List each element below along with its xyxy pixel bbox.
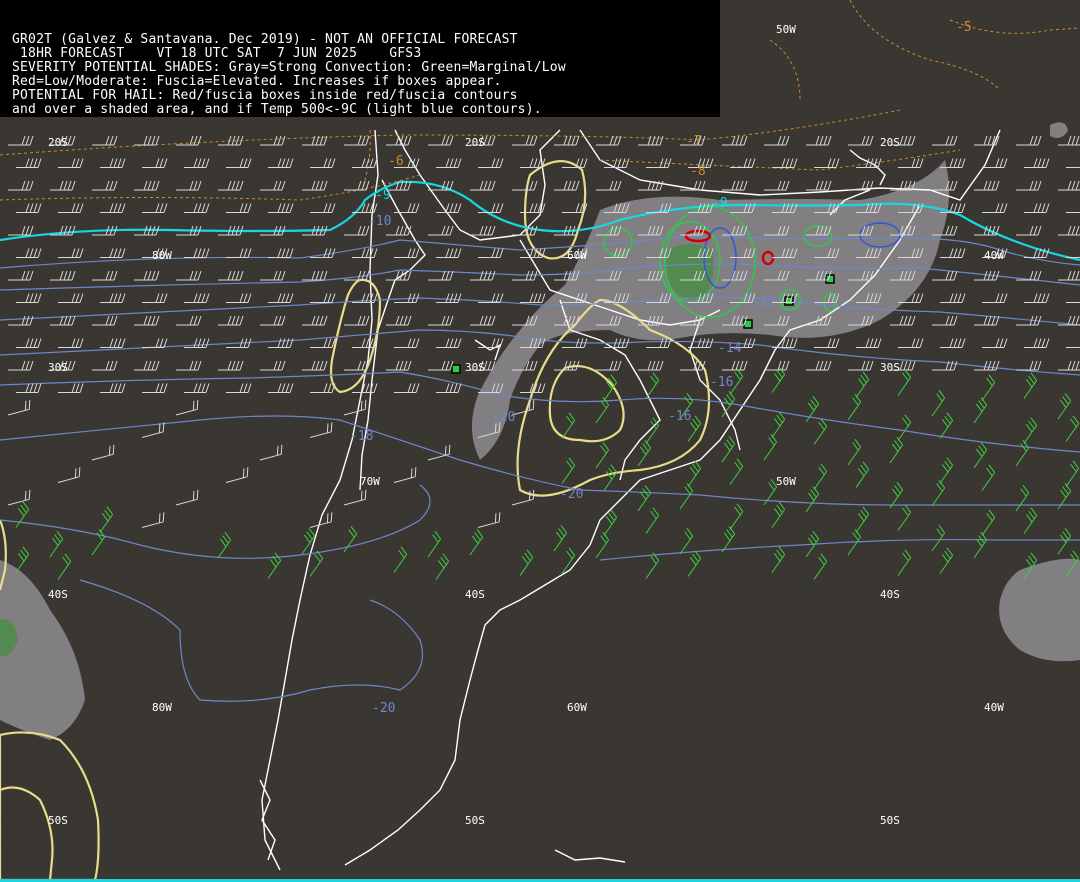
lat-label-40s: 40S (880, 588, 900, 601)
temp-label-m18: -18 (350, 429, 373, 444)
lat-label-20s: 20S (880, 136, 900, 149)
header-legend-line: Red=Low/Moderate: Fuscia=Elevated. Incre… (12, 74, 502, 89)
orange-label-m8: -8 (690, 164, 706, 179)
lat-label-20s: 20S (465, 136, 485, 149)
lon-label-40w: 40W (984, 249, 1004, 262)
lon-label-40w: 40W (984, 701, 1004, 714)
lat-label-30s: 30S (48, 361, 68, 374)
header-legend-line: SEVERITY POTENTIAL SHADES: Gray=Strong C… (12, 60, 566, 75)
lat-label-50s: 50S (48, 814, 68, 827)
lon-label-70w: 70W (360, 475, 380, 488)
temp-label-m9: -9 (375, 188, 391, 203)
lon-label-60w: 60W (567, 249, 587, 262)
orange-label-m5: -5 (956, 20, 972, 35)
header-forecast-line: 18HR FORECAST VT 18 UTC SAT 7 JUN 2025 G… (12, 46, 422, 61)
temp-label-m9: -9 (712, 196, 728, 211)
lat-label-40s: 40S (465, 588, 485, 601)
temp-label-m20: -20 (492, 410, 515, 425)
forecast-map-stage: 50W 20S 20S 20S 80W 60W 40W 30S 30S 30S … (0, 0, 1080, 882)
temp-label-m12: -12 (752, 295, 775, 310)
lon-label-80w: 80W (152, 249, 172, 262)
lon-label-80w: 80W (152, 701, 172, 714)
header-hail-line: POTENTIAL FOR HAIL: Red/fuscia boxes ins… (12, 88, 518, 103)
lon-label-50w: 50W (776, 475, 796, 488)
forecast-header: GR02T (Galvez & Santavana. Dec 2019) - N… (0, 0, 720, 117)
temp-label-m16: -16 (668, 409, 691, 424)
lat-label-30s: 30S (880, 361, 900, 374)
orange-label-m7: -7 (686, 134, 702, 149)
header-hail-line: and over a shaded area, and if Temp 500<… (12, 102, 542, 117)
temp-label-m20: -20 (372, 701, 395, 716)
orange-label-m6: -6 (388, 154, 404, 169)
lat-label-50s: 50S (465, 814, 485, 827)
temp-label-m10: -10 (368, 214, 391, 229)
forecast-map: 50W 20S 20S 20S 80W 60W 40W 30S 30S 30S … (0, 0, 1080, 882)
lat-label-30s: 30S (465, 361, 485, 374)
lon-label-50w: 50W (776, 23, 796, 36)
temp-label-m16: -16 (710, 375, 733, 390)
lat-label-20s: 20S (48, 136, 68, 149)
temp-label-m20: -20 (560, 487, 583, 502)
lon-label-60w: 60W (567, 701, 587, 714)
lat-label-50s: 50S (880, 814, 900, 827)
temp-label-m14: -14 (718, 341, 742, 356)
header-title-line: GR02T (Galvez & Santavana. Dec 2019) - N… (12, 32, 518, 47)
lat-label-40s: 40S (48, 588, 68, 601)
